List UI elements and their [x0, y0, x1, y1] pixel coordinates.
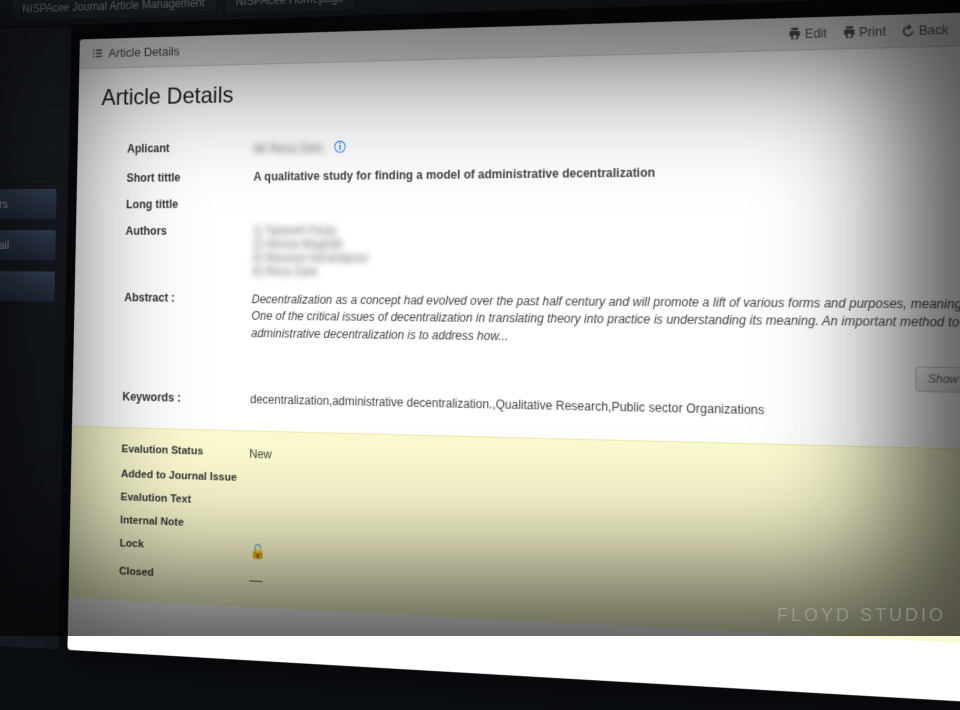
eval-status-label: Evalution Status [94, 443, 249, 461]
edit-label: Edit [805, 26, 827, 41]
keywords-label: Keywords : [96, 390, 251, 407]
abstract-label: Abstract : [97, 291, 252, 342]
sidebar-item-articles[interactable]: ticles [0, 71, 70, 110]
nav-journal-management-button[interactable]: NISPAcee Journal Article Management [11, 0, 217, 22]
author-line: 4) Reza Zare [252, 264, 960, 281]
closed-label: Closed [92, 565, 247, 588]
print-icon [788, 27, 802, 41]
author-line: 3) Masoud Geramipoor [252, 251, 960, 266]
lock-label: Lock [93, 537, 248, 560]
author-line: 2) Alireza Moghali [252, 236, 960, 251]
back-action[interactable]: Back [901, 22, 948, 38]
print-icon [842, 25, 856, 39]
panel-header-title: Article Details [108, 44, 179, 60]
author-line: 1) Tahereh Feizy [253, 221, 960, 237]
back-label: Back [919, 22, 949, 37]
sidebar-lists-button[interactable]: Lists [0, 270, 56, 302]
added-issue-label: Added to Journal Issue [94, 468, 249, 485]
show-full-abstract-button[interactable]: Show full abstract [916, 367, 960, 395]
content-area: Article Details Aplicant Mr Reza Zare, ⓘ… [68, 43, 960, 648]
keywords-value: decentralization,administrative decentra… [250, 393, 960, 424]
sidebar-groupmail-button[interactable]: Group mail [0, 229, 57, 261]
unlock-icon[interactable]: 🔓 [248, 543, 266, 559]
applicant-label: Aplicant [100, 140, 254, 158]
abstract-value: Decentralization as a concept had evolve… [251, 292, 960, 353]
sidebar-groupmail-label: Group mail [0, 239, 9, 252]
long-title-value [253, 191, 960, 210]
nav-homepage-button[interactable]: NISPAcee Homepage [224, 0, 357, 15]
authors-label: Authors [98, 224, 253, 278]
sidebar-reviewers-button[interactable]: Rewewers [0, 188, 58, 220]
sidebar: with article ticles RTICLES REVIEWS Rewe… [0, 26, 71, 650]
sidebar-item-with-article[interactable]: with article [0, 35, 71, 75]
watermark: FLOYD STUDIO [777, 605, 946, 626]
print-action[interactable]: Print [842, 24, 886, 40]
internal-note-label: Internal Note [93, 514, 248, 532]
page-title: Article Details [101, 63, 960, 111]
sidebar-section-reviews: REVIEWS [0, 143, 69, 180]
applicant-value: Mr Reza Zare, ⓘ [254, 128, 960, 156]
row-keywords: Keywords : decentralization,administrati… [95, 383, 960, 431]
short-title-value: A qualitative study for finding a model … [253, 161, 960, 183]
minus-icon: — [247, 572, 262, 588]
sidebar-reviewers-label: Rewewers [0, 198, 8, 211]
list-icon [92, 47, 104, 59]
eval-text-label: Evalution Text [94, 491, 249, 508]
row-authors: Authors 1) Tahereh Feizy 2) Alireza Mogh… [98, 214, 960, 289]
main-panel: Article Details Edit Print Back [67, 9, 960, 708]
info-icon[interactable]: ⓘ [334, 141, 346, 155]
print-label: Print [859, 24, 886, 39]
authors-value: 1) Tahereh Feizy 2) Alireza Moghali 3) M… [252, 221, 960, 281]
undo-icon [901, 23, 915, 37]
row-abstract: Abstract : Decentralization as a concept… [97, 284, 960, 360]
short-title-label: Short tittle [100, 170, 254, 185]
edit-action[interactable]: Edit [788, 26, 827, 41]
long-title-label: Long tittle [99, 197, 253, 211]
sidebar-section-articles: RTICLES [0, 108, 70, 146]
